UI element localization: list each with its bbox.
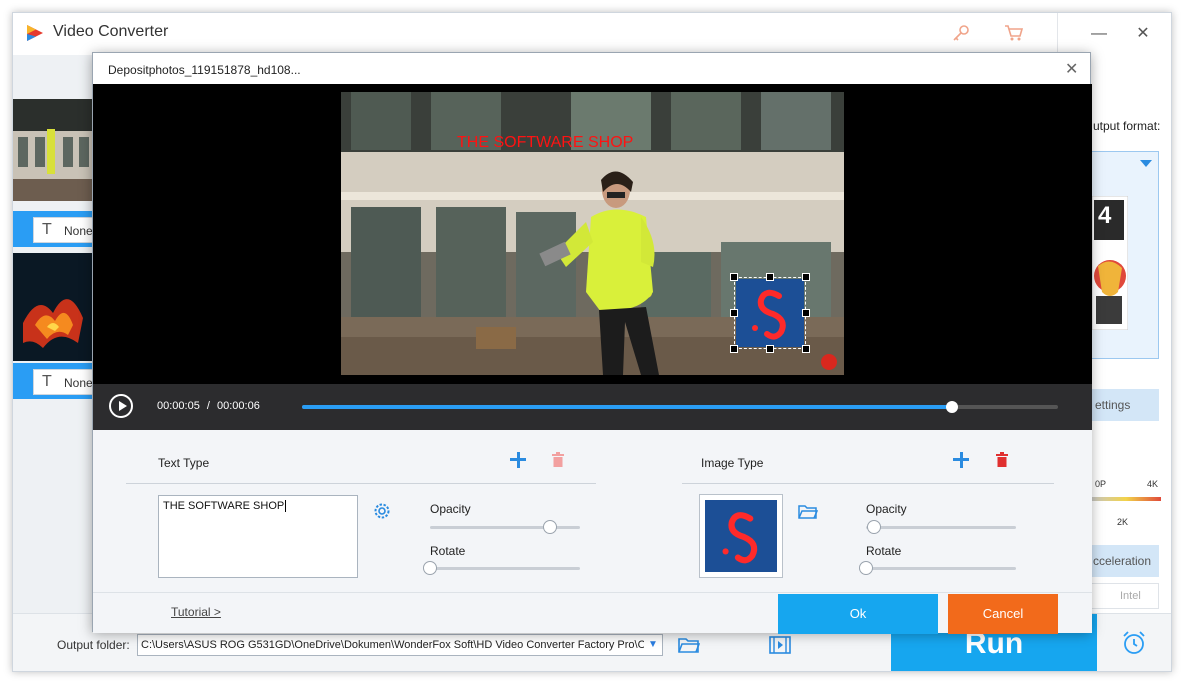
watermark-text-input[interactable]: THE SOFTWARE SHOP — [158, 495, 358, 578]
title-divider — [1057, 13, 1058, 55]
text-section-divider — [126, 483, 596, 484]
subtitle-select-2[interactable]: T None — [33, 369, 95, 395]
image-opacity-label: Opacity — [866, 502, 907, 516]
quality-scale[interactable] — [1091, 497, 1161, 501]
watermark-logo-thumb — [705, 500, 777, 572]
time-separator: / — [206, 400, 210, 412]
cart-icon[interactable] — [1003, 23, 1025, 43]
resize-handle-sw[interactable] — [730, 345, 738, 353]
text-rotate-label: Rotate — [430, 544, 466, 558]
format-dropdown-icon — [1140, 160, 1152, 167]
image-opacity-slider[interactable] — [866, 520, 1016, 534]
subtitle-bar-1: T None — [13, 211, 95, 247]
play-button[interactable] — [109, 394, 133, 418]
output-dropdown-icon[interactable]: ▼ — [644, 635, 662, 655]
scale-high-label: 4K — [1147, 479, 1159, 489]
text-type-title: Text Type — [158, 456, 210, 470]
output-path-text: C:\Users\ASUS ROG G531GD\OneDrive\Dokume… — [141, 639, 656, 651]
resize-handle-n[interactable] — [766, 273, 774, 281]
text-rotate-handle[interactable] — [423, 561, 437, 575]
seek-bar[interactable] — [302, 401, 1058, 413]
video-folder-icon[interactable] — [769, 635, 791, 655]
scale-low-label: 0P — [1095, 479, 1107, 489]
text-opacity-handle[interactable] — [543, 520, 557, 534]
hw-acceleration-button[interactable]: cceleration — [1091, 545, 1159, 577]
video-preview: THE SOFTWARE SHOP — [93, 84, 1092, 384]
text-opacity-label: Opacity — [430, 502, 471, 516]
title-bar: Video Converter — ✕ — [13, 13, 1171, 55]
close-app-button[interactable]: ✕ — [1131, 23, 1155, 45]
subtitle-label-2: None — [64, 376, 93, 390]
cancel-button[interactable]: Cancel — [948, 594, 1058, 634]
resize-handle-w[interactable] — [730, 309, 738, 317]
add-image-icon[interactable] — [953, 452, 969, 468]
minimize-button[interactable]: — — [1087, 23, 1111, 45]
alarm-clock-icon[interactable] — [1121, 630, 1147, 656]
watermark-settings-panel: Text Type THE SOFTWARE SHOP Opacity Rota… — [93, 430, 1092, 592]
total-time: 00:00:06 — [217, 400, 260, 412]
ok-button[interactable]: Ok — [778, 594, 938, 634]
browse-image-folder-icon[interactable] — [798, 504, 818, 520]
output-format-pane: utput format: 4 ettings 0P 4K 2K ccelera… — [1091, 55, 1171, 615]
key-icon[interactable] — [951, 23, 971, 43]
video-thumbnail-fire[interactable] — [13, 253, 93, 361]
delete-image-icon[interactable] — [996, 452, 1008, 467]
subtitle-select-1[interactable]: T None — [33, 217, 95, 243]
video-frame[interactable]: THE SOFTWARE SHOP — [341, 92, 844, 375]
app-logo-icon — [27, 25, 43, 41]
subtitle-bar-2: T None — [13, 363, 95, 399]
subtitle-label-1: None — [64, 224, 93, 238]
resize-handle-ne[interactable] — [802, 273, 810, 281]
task-list: T None T None — [13, 55, 95, 615]
font-settings-gear-icon[interactable] — [373, 502, 391, 520]
image-watermark[interactable] — [734, 277, 806, 349]
resize-handle-nw[interactable] — [730, 273, 738, 281]
watermark-image-preview[interactable] — [699, 494, 783, 578]
image-rotate-handle[interactable] — [859, 561, 873, 575]
seek-handle[interactable] — [946, 401, 959, 413]
add-text-icon[interactable] — [510, 452, 526, 468]
intel-toggle[interactable]: Intel — [1091, 583, 1159, 609]
intel-label: Intel — [1120, 590, 1141, 602]
format-badge: 4 — [1098, 202, 1112, 229]
dialog-close-button[interactable]: ✕ — [1065, 59, 1078, 79]
hw-acceleration-label: cceleration — [1093, 554, 1152, 568]
image-rotate-slider[interactable] — [859, 561, 1016, 575]
current-time: 00:00:05 — [157, 400, 200, 412]
format-selector[interactable]: 4 — [1091, 151, 1159, 359]
dialog-footer: Tutorial > Ok Cancel — [93, 592, 1092, 634]
app-title: Video Converter — [53, 23, 169, 40]
image-section-divider — [682, 483, 1054, 484]
playback-time: 00:00:05 / 00:00:06 — [157, 400, 260, 412]
dialog-title: Depositphotos_119151878_hd108... — [108, 63, 301, 77]
text-rotate-slider[interactable] — [423, 561, 580, 575]
resize-handle-e[interactable] — [802, 309, 810, 317]
seek-progress — [302, 405, 953, 409]
settings-label: ettings — [1095, 398, 1131, 412]
resize-handle-s[interactable] — [766, 345, 774, 353]
open-folder-icon[interactable] — [678, 636, 700, 654]
player-controls: 00:00:05 / 00:00:06 — [93, 384, 1092, 430]
image-opacity-handle[interactable] — [866, 520, 881, 534]
output-format-label: utput format: — [1093, 119, 1161, 133]
image-rotate-label: Rotate — [866, 544, 902, 558]
image-type-title: Image Type — [701, 456, 764, 470]
output-folder-label: Output folder: — [57, 638, 130, 652]
settings-button[interactable]: ettings — [1091, 389, 1159, 421]
text-opacity-slider[interactable] — [430, 520, 580, 534]
text-icon: T — [42, 221, 52, 238]
watermark-logo-image — [736, 279, 804, 347]
video-thumbnail-building[interactable] — [13, 99, 93, 201]
resize-handle-se[interactable] — [802, 345, 810, 353]
watermark-dialog: Depositphotos_119151878_hd108... ✕ THE S… — [92, 52, 1092, 634]
tutorial-link[interactable]: Tutorial > — [171, 605, 221, 619]
text-watermark[interactable]: THE SOFTWARE SHOP — [457, 134, 633, 152]
delete-text-icon[interactable] — [552, 452, 564, 467]
text-icon: T — [42, 373, 52, 390]
output-folder-input[interactable]: C:\Users\ASUS ROG G531GD\OneDrive\Dokume… — [137, 634, 663, 656]
watermark-text-value: THE SOFTWARE SHOP — [163, 500, 285, 512]
scale-mid-label: 2K — [1117, 517, 1129, 527]
text-cursor — [285, 500, 287, 512]
